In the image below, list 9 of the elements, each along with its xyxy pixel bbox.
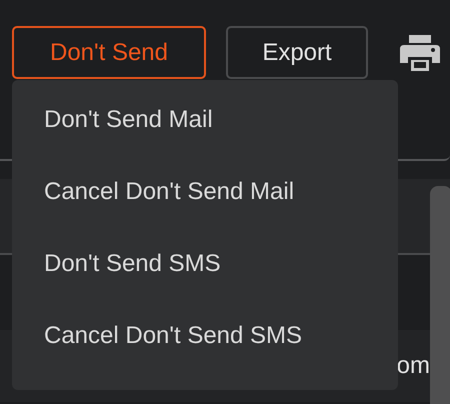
menu-item[interactable]: Cancel Don't Send Mail <box>12 174 398 246</box>
menu-item[interactable]: Don't Send SMS <box>12 246 398 318</box>
menu-item[interactable]: Don't Send Mail <box>12 102 398 174</box>
dont-send-button[interactable]: Don't Send <box>12 26 206 79</box>
scrollbar[interactable] <box>430 186 450 404</box>
printer-icon[interactable] <box>400 35 440 71</box>
export-button[interactable]: Export <box>226 26 368 79</box>
menu-item[interactable]: Cancel Don't Send SMS <box>12 318 398 390</box>
row-text: om <box>396 351 430 381</box>
